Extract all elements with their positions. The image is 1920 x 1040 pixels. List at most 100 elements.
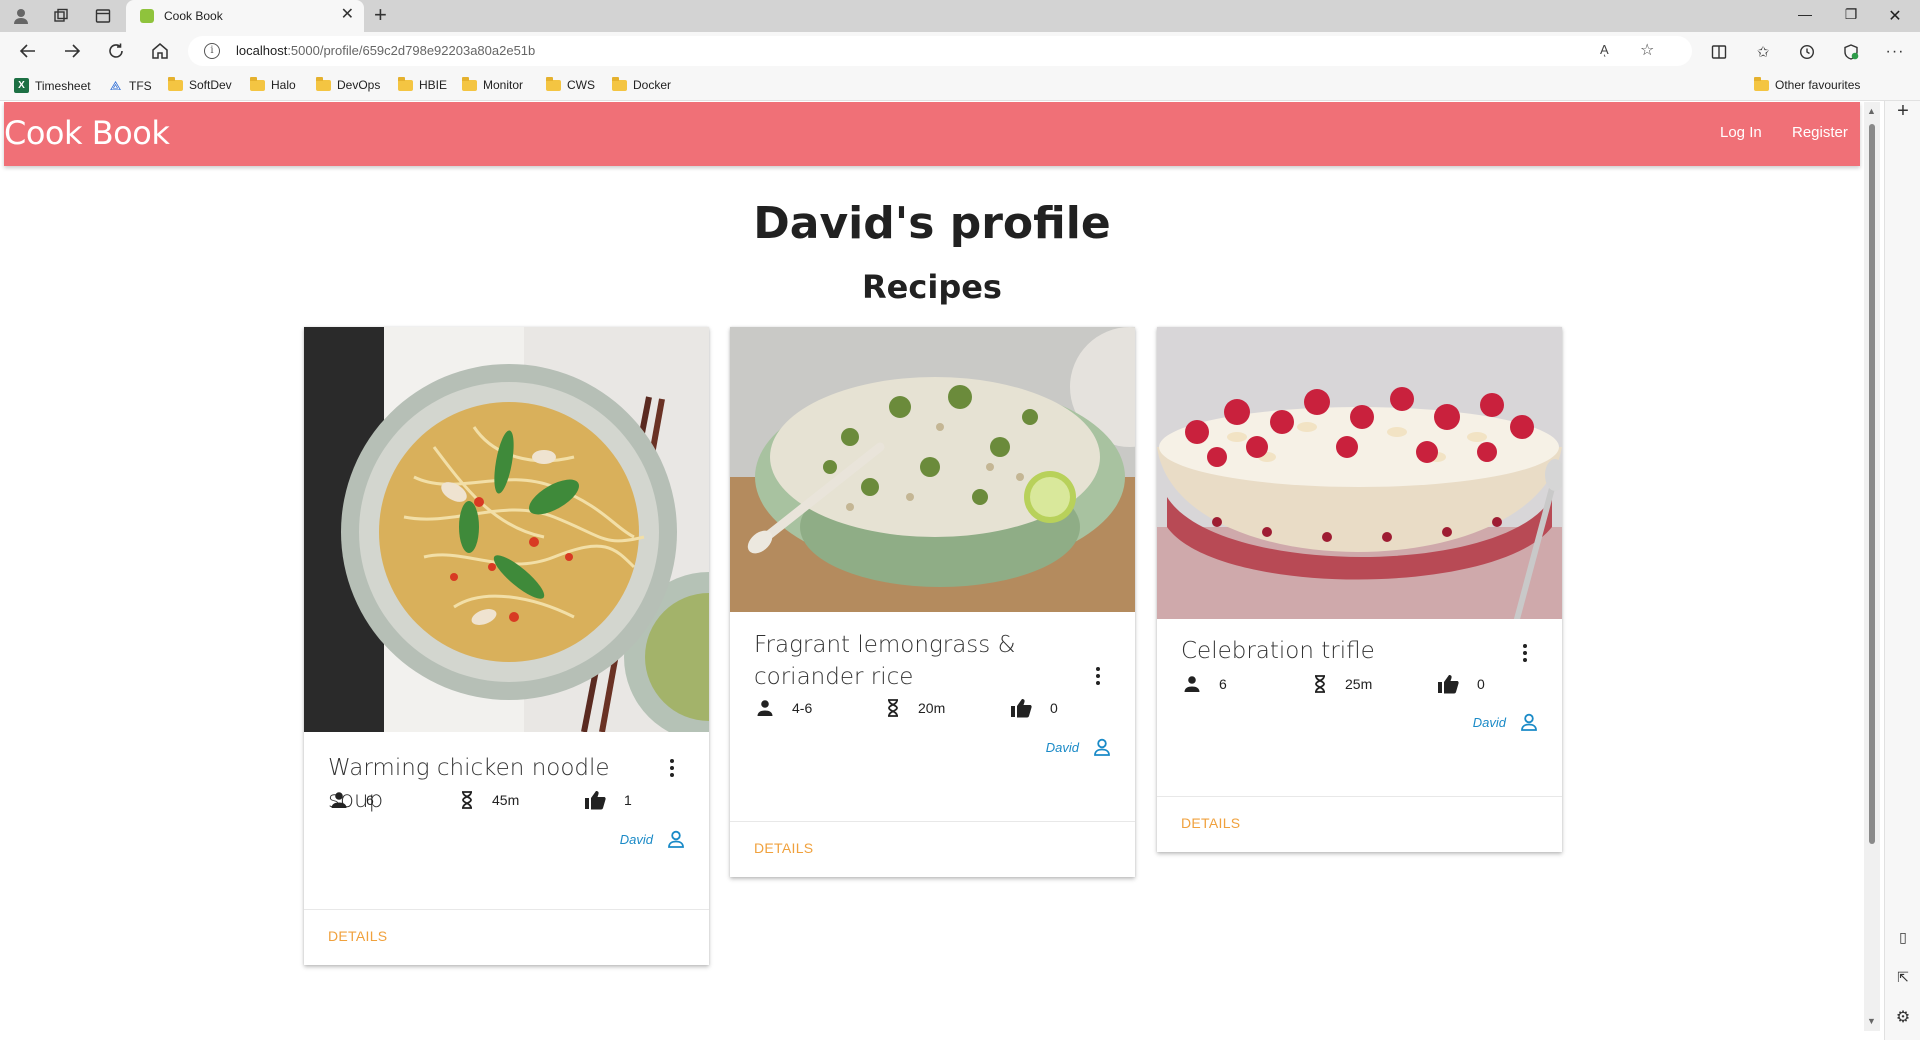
recipe-image-noodle-soup[interactable] xyxy=(304,327,709,732)
minimize-icon[interactable]: — xyxy=(1790,6,1820,22)
page-title: David's profile xyxy=(753,198,1111,249)
person-icon xyxy=(331,792,347,808)
app-header: Cook Book Log In Register xyxy=(4,102,1860,166)
brand-title[interactable]: Cook Book xyxy=(4,114,170,152)
bookmark-tfs[interactable]: ⟁ TFS xyxy=(108,78,152,93)
author-name[interactable]: David xyxy=(1473,715,1506,730)
history-icon[interactable] xyxy=(1796,41,1818,63)
recipe-author[interactable]: David xyxy=(620,830,685,848)
card-actions: DETAILS xyxy=(1157,796,1562,852)
scroll-down-icon[interactable]: ▼ xyxy=(1867,1016,1876,1026)
back-icon[interactable] xyxy=(16,40,40,62)
bookmark-cws[interactable]: CWS xyxy=(546,76,595,92)
more-options-icon[interactable]: ··· xyxy=(1884,41,1906,63)
hourglass-icon xyxy=(462,791,472,809)
profile-icon[interactable] xyxy=(10,5,32,27)
favourites-icon[interactable]: ✩ xyxy=(1752,41,1774,63)
scroll-thumb[interactable] xyxy=(1869,124,1875,844)
bookmark-devops[interactable]: DevOps xyxy=(316,76,380,92)
recipe-meta: 4-6 20m 0 xyxy=(756,698,1058,718)
recipe-image-coriander-rice[interactable] xyxy=(730,327,1135,612)
bookmark-hbie[interactable]: HBIE xyxy=(398,76,447,92)
cook-book-favicon-icon xyxy=(140,9,154,23)
more-vert-icon[interactable] xyxy=(669,759,675,777)
person-icon xyxy=(757,700,773,716)
recipe-card: Warming chicken noodle soup 6 45m 1 Davi… xyxy=(304,327,709,965)
bookmark-other-favourites[interactable]: Other favourites xyxy=(1754,76,1860,92)
likes: 0 xyxy=(1010,698,1058,718)
close-window-icon[interactable]: ✕ xyxy=(1880,6,1910,26)
person-icon xyxy=(1184,676,1200,692)
bookmark-timesheet[interactable]: X Timesheet xyxy=(14,78,91,93)
sidebar-panel-icon[interactable]: ▯ xyxy=(1893,927,1913,947)
page-scrollbar[interactable]: ▲ ▼ xyxy=(1864,102,1880,1031)
author-profile-icon[interactable] xyxy=(1093,738,1111,756)
tab-actions-icon[interactable] xyxy=(92,5,114,27)
refresh-icon[interactable] xyxy=(104,40,128,62)
recipe-author[interactable]: David xyxy=(1473,713,1538,731)
folder-icon xyxy=(462,76,477,91)
site-info-icon[interactable]: i xyxy=(204,43,220,59)
thumb-up-icon[interactable] xyxy=(1010,698,1032,718)
forward-icon[interactable] xyxy=(60,40,84,62)
page-viewport: Cook Book Log In Register David's profil… xyxy=(0,102,1884,1040)
author-name[interactable]: David xyxy=(1046,740,1079,755)
thumb-up-icon[interactable] xyxy=(584,790,606,810)
workspaces-icon[interactable] xyxy=(50,5,72,27)
home-icon[interactable] xyxy=(148,40,172,62)
open-external-icon[interactable]: ⇱ xyxy=(1893,967,1913,987)
recipe-meta: 6 45m 1 xyxy=(330,790,632,810)
recipe-image-trifle[interactable] xyxy=(1157,327,1562,619)
folder-icon xyxy=(612,76,627,91)
tab-cook-book[interactable]: Cook Book ✕ xyxy=(126,0,364,32)
hourglass-icon xyxy=(1315,675,1325,693)
new-tab-icon[interactable]: + xyxy=(374,4,387,26)
servings: 6 xyxy=(1183,675,1313,693)
details-button[interactable]: DETAILS xyxy=(328,928,387,944)
excel-icon: X xyxy=(14,78,29,93)
folder-icon xyxy=(1754,76,1769,91)
author-profile-icon[interactable] xyxy=(1520,713,1538,731)
recipe-card: Fragrant lemongrass & coriander rice 4-6… xyxy=(730,327,1135,877)
recipe-author[interactable]: David xyxy=(1046,738,1111,756)
restore-icon[interactable]: ❐ xyxy=(1836,6,1866,23)
more-vert-icon[interactable] xyxy=(1095,667,1101,685)
details-button[interactable]: DETAILS xyxy=(1181,815,1240,831)
likes: 1 xyxy=(584,790,632,810)
close-tab-icon[interactable]: ✕ xyxy=(341,7,354,23)
add-sidebar-app-icon[interactable]: + xyxy=(1893,100,1913,122)
details-button[interactable]: DETAILS xyxy=(754,840,813,856)
folder-icon xyxy=(168,76,183,91)
url-text: localhost:5000/profile/659c2d798e92203a8… xyxy=(236,43,536,58)
favourite-star-icon[interactable]: ☆ xyxy=(1640,40,1654,60)
bookmark-softdev[interactable]: SoftDev xyxy=(168,76,232,92)
bookmark-monitor[interactable]: Monitor xyxy=(462,76,523,92)
author-name[interactable]: David xyxy=(620,832,653,847)
read-aloud-icon[interactable]: Aͅ xyxy=(1600,42,1609,57)
hourglass-icon xyxy=(888,699,898,717)
folder-icon xyxy=(398,76,413,91)
cook-time: 20m xyxy=(886,699,1010,717)
scroll-up-icon[interactable]: ▲ xyxy=(1867,106,1876,116)
recipe-title: Celebration trifle xyxy=(1181,638,1375,664)
browser-essentials-icon[interactable] xyxy=(1840,41,1862,63)
bookmarks-bar: X Timesheet ⟁ TFS SoftDev Halo DevOps HBIE… xyxy=(0,70,1920,101)
thumb-up-icon[interactable] xyxy=(1437,674,1459,694)
cook-time: 25m xyxy=(1313,675,1437,693)
more-vert-icon[interactable] xyxy=(1522,644,1528,662)
bookmark-halo[interactable]: Halo xyxy=(250,76,296,92)
folder-icon xyxy=(250,76,265,91)
likes: 0 xyxy=(1437,674,1485,694)
login-link[interactable]: Log In xyxy=(1720,124,1762,141)
settings-gear-icon[interactable]: ⚙ xyxy=(1893,1007,1913,1027)
servings: 6 xyxy=(330,791,460,809)
url-field[interactable]: i localhost:5000/profile/659c2d798e92203… xyxy=(188,36,1692,66)
card-actions: DETAILS xyxy=(730,821,1135,877)
address-bar-row: i localhost:5000/profile/659c2d798e92203… xyxy=(0,32,1920,70)
recipe-card: Celebration trifle 6 25m 0 David DETAILS xyxy=(1157,327,1562,852)
split-screen-icon[interactable] xyxy=(1708,41,1730,63)
author-profile-icon[interactable] xyxy=(667,830,685,848)
browser-sidebar: + ▯ ⇱ ⚙ xyxy=(1884,100,1920,1040)
register-link[interactable]: Register xyxy=(1792,124,1848,141)
bookmark-docker[interactable]: Docker xyxy=(612,76,671,92)
